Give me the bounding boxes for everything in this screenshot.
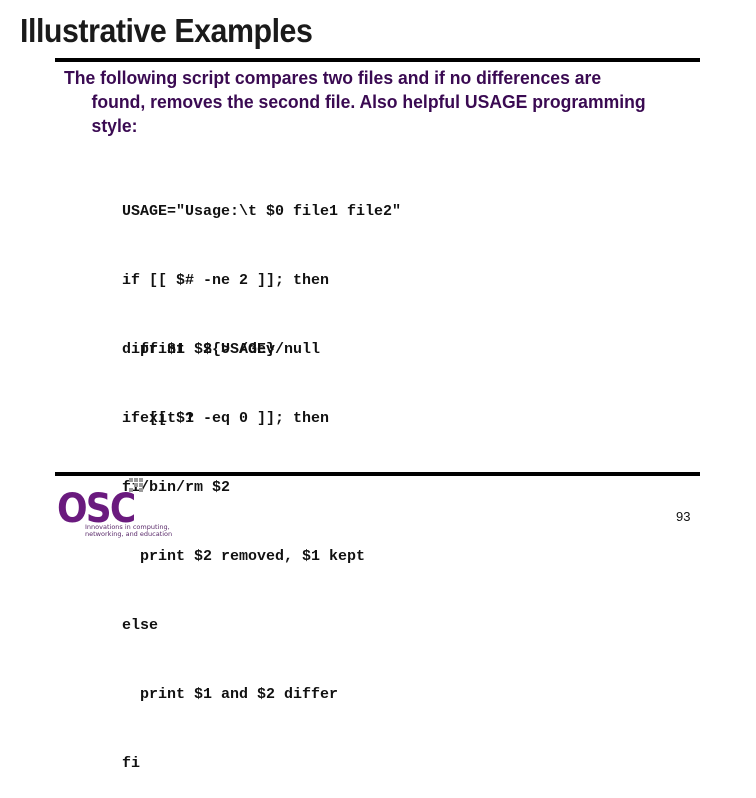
code-line: print $2 removed, $1 kept [122,548,366,565]
intro-continuation: found, removes the second file. Also hel… [91,91,646,136]
code-block-diff: diff $1 $2 > /dev/null if [[ $? -eq 0 ]]… [122,292,365,798]
code-line: else [122,617,159,634]
logo-tagline-line: networking, and education [85,530,173,538]
code-line: print $1 and $2 differ [122,686,339,703]
code-line: fi [122,755,141,772]
slide-title: Illustrative Examples [20,12,313,49]
code-line: diff $1 $2 > /dev/null [122,341,321,358]
title-divider [55,58,700,62]
logo-tagline: Innovations in computing, networking, an… [85,524,172,538]
code-line: if [[ $# -ne 2 ]]; then [122,272,330,289]
code-line: if [[ $? -eq 0 ]]; then [122,410,330,427]
code-line: USAGE="Usage:\t $0 file1 file2" [122,203,402,220]
page-number: 93 [676,509,691,524]
intro-first-line: The following script compares two files … [64,67,602,88]
intro-paragraph: The following script compares two files … [64,66,672,138]
footer-divider [55,472,700,476]
osc-logo: OSC Innovations in computing, networking… [57,478,172,540]
